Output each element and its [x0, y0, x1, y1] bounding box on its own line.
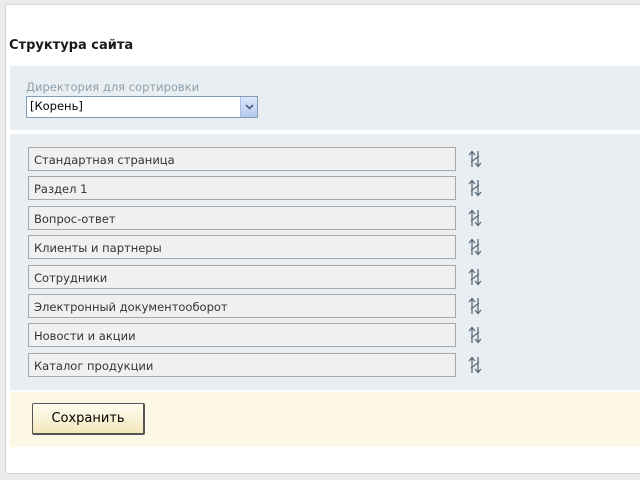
list-item: Вопрос-ответ: [28, 206, 488, 230]
list-item: Раздел 1: [28, 176, 488, 200]
item-label: Электронный документооборот: [28, 294, 456, 318]
chevron-down-icon[interactable]: [240, 97, 257, 117]
save-panel: Сохранить: [10, 392, 640, 447]
items-panel: Стандартная страница Раздел 1 Вопрос-отв…: [10, 134, 640, 390]
reorder-arrows-icon[interactable]: [465, 355, 485, 375]
save-button[interactable]: Сохранить: [32, 403, 145, 435]
page-title: Структура сайта: [9, 38, 134, 53]
reorder-arrows-icon[interactable]: [465, 267, 485, 287]
list-item: Каталог продукции: [28, 353, 488, 377]
directory-panel: Директория для сортировки [Корень]: [10, 66, 640, 130]
item-label: Новости и акции: [28, 323, 456, 347]
list-item: Сотрудники: [28, 265, 488, 289]
list-item: Электронный документооборот: [28, 294, 488, 318]
reorder-arrows-icon[interactable]: [465, 325, 485, 345]
reorder-arrows-icon[interactable]: [465, 296, 485, 316]
directory-label: Директория для сортировки: [26, 80, 200, 94]
reorder-arrows-icon[interactable]: [465, 149, 485, 169]
list-item: Клиенты и партнеры: [28, 235, 488, 259]
directory-selected-value: [Корень]: [30, 99, 83, 113]
item-label: Каталог продукции: [28, 353, 456, 377]
reorder-arrows-icon[interactable]: [465, 208, 485, 228]
item-label: Клиенты и партнеры: [28, 235, 456, 259]
item-label: Вопрос-ответ: [28, 206, 456, 230]
reorder-arrows-icon[interactable]: [465, 237, 485, 257]
reorder-arrows-icon[interactable]: [465, 178, 485, 198]
list-item: Стандартная страница: [28, 147, 488, 171]
item-label: Сотрудники: [28, 265, 456, 289]
item-label: Стандартная страница: [28, 147, 456, 171]
list-item: Новости и акции: [28, 323, 488, 347]
item-label: Раздел 1: [28, 176, 456, 200]
directory-select[interactable]: [Корень]: [26, 96, 258, 118]
